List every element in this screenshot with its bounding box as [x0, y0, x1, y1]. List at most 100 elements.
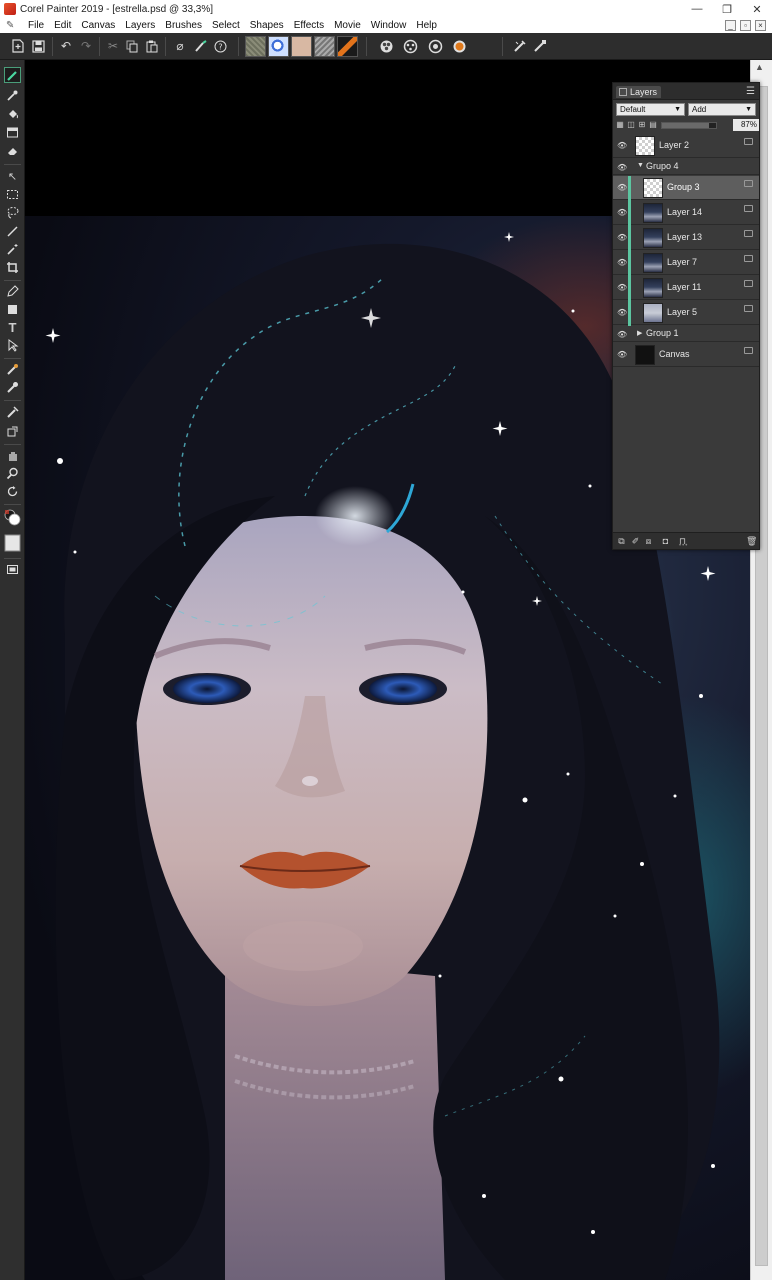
cloner-tool-icon[interactable]: [4, 361, 21, 377]
visibility-eye-icon[interactable]: 👁: [617, 283, 627, 292]
new-group-icon[interactable]: ⧈: [643, 536, 654, 547]
layer-lock-small-icon[interactable]: ▤: [648, 120, 658, 130]
doc-restore-button[interactable]: ▫: [740, 20, 751, 31]
menu-window[interactable]: Window: [366, 18, 412, 33]
paper-color-icon[interactable]: [4, 533, 21, 553]
paint-bucket-icon[interactable]: [4, 106, 21, 122]
paste-icon[interactable]: [144, 38, 160, 54]
main-color-icon[interactable]: [4, 508, 21, 528]
dodge-tool-icon[interactable]: [4, 404, 21, 420]
texture-icon[interactable]: [291, 36, 312, 57]
copy-icon[interactable]: [124, 38, 140, 54]
pen-tool-icon[interactable]: [4, 283, 21, 299]
brush-ghost-icon[interactable]: [512, 38, 528, 54]
composite-method-select[interactable]: Default ▼: [616, 103, 685, 116]
layer-row[interactable]: 👁 Layer 2: [613, 134, 759, 158]
layer-group-row[interactable]: 👁 ▼ Grupo 4: [613, 159, 759, 175]
dropper-tool-icon[interactable]: [4, 87, 21, 103]
menu-edit[interactable]: Edit: [49, 18, 76, 33]
line-tool-icon[interactable]: [4, 223, 21, 239]
scroll-up-arrow-icon[interactable]: ▲: [755, 62, 764, 72]
brush-tool-icon[interactable]: [4, 67, 21, 83]
rubber-stamp-icon[interactable]: [4, 379, 21, 395]
opacity-value-field[interactable]: 87%: [733, 119, 759, 131]
visibility-eye-icon[interactable]: 👁: [617, 183, 627, 192]
menu-file[interactable]: File: [23, 18, 49, 33]
text-tool-icon[interactable]: T: [4, 319, 21, 335]
lock-transparency-icon[interactable]: ⊞: [637, 120, 647, 130]
document-menu-icon[interactable]: ✎: [6, 20, 18, 32]
opacity-slider[interactable]: [661, 122, 717, 129]
visibility-eye-icon[interactable]: 👁: [617, 163, 627, 172]
close-button[interactable]: ✕: [742, 0, 772, 18]
layer-row[interactable]: 👁 Layer 5: [613, 301, 759, 325]
undo-icon[interactable]: ↶: [58, 38, 74, 54]
grabber-tool-icon[interactable]: [4, 447, 21, 463]
burn-tool-icon[interactable]: [4, 423, 21, 439]
layer-row[interactable]: 👁 Layer 13: [613, 226, 759, 250]
lasso-tool-icon[interactable]: [4, 204, 21, 220]
transform-tool-icon[interactable]: ↖: [4, 168, 21, 184]
preserve-transparency-icon[interactable]: ▦: [615, 120, 625, 130]
dynamic-plugins-icon[interactable]: ✐: [630, 536, 641, 547]
visibility-eye-icon[interactable]: 👁: [617, 258, 627, 267]
panel-collapse-icon[interactable]: [619, 88, 627, 96]
layer-row[interactable]: 👁 Layer 14: [613, 201, 759, 225]
layer-row[interactable]: 👁 Canvas: [613, 343, 759, 367]
menu-help[interactable]: Help: [411, 18, 442, 33]
panel-resize-grip[interactable]: •••: [679, 543, 688, 549]
visibility-eye-icon[interactable]: 👁: [617, 208, 627, 217]
brush-library-icon[interactable]: ⌀: [172, 38, 188, 54]
layers-tab[interactable]: Layers: [616, 86, 662, 98]
visibility-eye-icon[interactable]: 👁: [617, 330, 627, 339]
collapse-triangle-icon[interactable]: ▶: [637, 329, 642, 337]
flow-map-icon[interactable]: [268, 36, 289, 57]
painter-app-icon[interactable]: [4, 3, 16, 15]
magic-wand-icon[interactable]: [4, 241, 21, 257]
magnifier-icon[interactable]: [4, 465, 21, 481]
paper-icon[interactable]: [245, 36, 266, 57]
save-icon[interactable]: [30, 38, 46, 54]
screen-mode-icon[interactable]: [4, 561, 21, 577]
menu-effects[interactable]: Effects: [289, 18, 329, 33]
layer-mask-icon[interactable]: ◘: [660, 536, 671, 547]
rotate-page-icon[interactable]: [4, 483, 21, 499]
visibility-eye-icon[interactable]: 👁: [617, 233, 627, 242]
menu-select[interactable]: Select: [207, 18, 245, 33]
pattern-icon[interactable]: [337, 36, 358, 57]
menu-shapes[interactable]: Shapes: [245, 18, 289, 33]
layer-row[interactable]: 👁 Group 3: [613, 176, 759, 200]
rectangle-fill-icon[interactable]: [4, 124, 21, 140]
new-document-icon[interactable]: [10, 38, 26, 54]
doc-minimize-button[interactable]: _: [725, 20, 736, 31]
doc-close-button[interactable]: ×: [755, 20, 766, 31]
menu-brushes[interactable]: Brushes: [160, 18, 207, 33]
visibility-eye-icon[interactable]: 👁: [617, 350, 627, 359]
color-wheel-icon[interactable]: [378, 38, 394, 54]
composite-depth-select[interactable]: Add ▼: [688, 103, 756, 116]
color-sets-icon[interactable]: [427, 38, 443, 54]
mixer-icon[interactable]: [402, 38, 418, 54]
panel-menu-icon[interactable]: ☰: [746, 86, 755, 97]
brush-variant-icon[interactable]: [192, 38, 208, 54]
redo-icon[interactable]: ↷: [78, 38, 94, 54]
minimize-button[interactable]: —: [682, 0, 712, 18]
expand-triangle-icon[interactable]: ▼: [637, 162, 644, 169]
eraser-tool-icon[interactable]: [4, 142, 21, 158]
menu-canvas[interactable]: Canvas: [76, 18, 120, 33]
new-layer-icon[interactable]: ⧉: [616, 536, 627, 547]
shape-selection-icon[interactable]: [4, 337, 21, 353]
maximize-button[interactable]: ❐: [712, 0, 742, 18]
shape-tool-icon[interactable]: [4, 301, 21, 317]
color-swatch-icon[interactable]: [451, 38, 467, 54]
rectangular-select-icon[interactable]: [4, 186, 21, 202]
visibility-eye-icon[interactable]: 👁: [617, 141, 627, 150]
delete-layer-icon[interactable]: 🗑: [746, 536, 757, 547]
layer-row[interactable]: 👁 Layer 7: [613, 251, 759, 275]
cut-icon[interactable]: ✂: [105, 38, 121, 54]
help-icon[interactable]: ?: [212, 38, 228, 54]
pick-up-underlying-icon[interactable]: ◫: [626, 120, 636, 130]
layer-row[interactable]: 👁 Layer 11: [613, 276, 759, 300]
menu-movie[interactable]: Movie: [329, 18, 366, 33]
menu-layers[interactable]: Layers: [120, 18, 160, 33]
